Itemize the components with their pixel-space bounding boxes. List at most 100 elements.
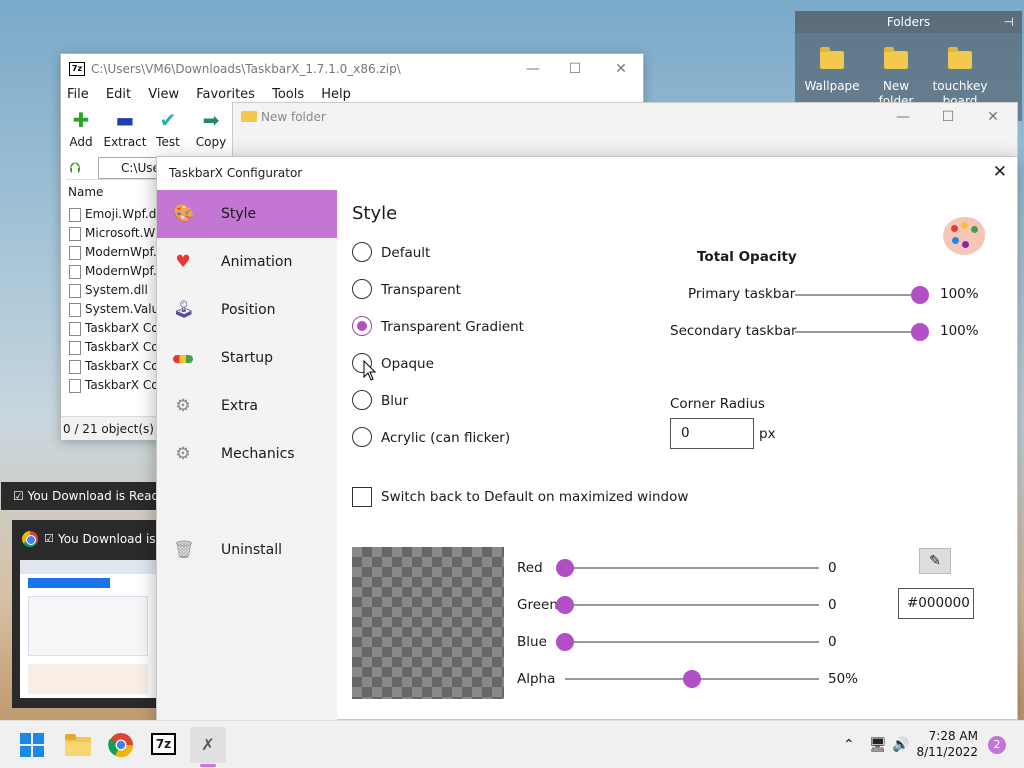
hex-color-input[interactable]: #000000 [898,588,974,619]
alpha-slider[interactable] [565,670,819,688]
folder-icon [948,47,972,69]
file-row[interactable]: Microsoft.Wir [69,224,161,243]
minimize-icon[interactable]: — [883,103,923,131]
file-row[interactable]: ModernWpf.d [69,262,161,281]
color-preview-swatch [352,547,504,699]
section-title: Style [352,203,398,224]
eyedropper-icon: ✎ [929,553,941,569]
volume-icon[interactable]: 🔊 [892,721,909,768]
sidebar-item-startup[interactable]: Startup [157,334,337,382]
file-row[interactable]: Emoji.Wpf.dll [69,205,161,224]
traffic-light-icon [173,348,193,368]
name-column-header[interactable]: Name [68,185,103,199]
active-app-indicator [200,764,216,767]
file-explorer-icon[interactable] [64,731,92,759]
blue-slider[interactable] [556,633,819,651]
style-radio-acrylic[interactable]: Acrylic (can flicker) [352,427,510,449]
add-icon: ✚ [72,108,90,132]
mouse-cursor-icon [363,360,377,381]
style-radio-transparent[interactable]: Transparent [352,279,461,301]
pin-icon[interactable]: ⊣ [1004,11,1014,33]
style-radio-blur[interactable]: Blur [352,390,408,412]
maximized-default-checkbox[interactable]: Switch back to Default on maximized wind… [352,487,688,507]
slider-thumb[interactable] [556,633,574,651]
heart-icon: ♥ [175,252,191,272]
system-clock[interactable]: 7:28 AM 8/11/2022 [916,728,978,760]
red-slider[interactable] [556,559,819,577]
minimize-icon[interactable]: — [513,54,553,84]
corner-radius-label: Corner Radius [670,396,765,412]
add-button[interactable]: ✚ Add [59,109,103,149]
secondary-opacity-slider[interactable] [795,323,929,341]
slider-thumb[interactable] [911,323,929,341]
7zip-logo-icon: 7z [69,62,85,76]
menu-edit[interactable]: Edit [106,87,131,102]
checkbox-icon: ☑ [44,532,54,545]
close-icon[interactable]: ✕ [973,103,1013,131]
file-row[interactable]: TaskbarX Con [69,338,161,357]
green-value: 0 [828,597,837,613]
chrome-thumbnail-preview[interactable]: ☑ You Download is I [12,520,162,708]
maximize-icon[interactable]: ☐ [555,54,595,84]
green-label: Green [517,597,558,613]
slider-thumb[interactable] [911,286,929,304]
chrome-thumbnail-image [20,560,156,698]
chrome-icon[interactable] [107,731,135,759]
primary-opacity-slider[interactable] [795,286,929,304]
folder-icon [884,47,908,69]
sidebar-item-uninstall[interactable]: 🗑 Uninstall [157,526,337,574]
maximize-icon[interactable]: ☐ [928,103,968,131]
up-folder-icon[interactable]: ⮉ [69,159,80,177]
notification-badge[interactable]: 2 [988,736,1006,754]
chrome-thumbnail-title: ☑ You Download is I [12,520,162,558]
total-opacity-heading: Total Opacity [697,249,797,265]
menu-file[interactable]: File [67,87,89,102]
sidebar-item-animation[interactable]: ♥ Animation [157,238,337,286]
slider-thumb[interactable] [683,670,701,688]
close-button[interactable]: ✕ [993,162,1007,182]
extract-button[interactable]: ▬ Extract [103,109,147,149]
start-icon[interactable] [20,733,44,757]
test-button[interactable]: ✔ Test [146,109,190,149]
sidebar-item-extra[interactable]: ⚙ Extra [157,382,337,430]
gear-icon: ⚙ [175,396,191,416]
menu-view[interactable]: View [148,87,179,102]
7zip-status-bar: 0 / 21 object(s) sel [61,416,161,440]
slider-thumb[interactable] [556,596,574,614]
7zip-icon[interactable]: 7z [151,733,176,755]
menu-favorites[interactable]: Favorites [196,87,255,102]
sidebar-item-position[interactable]: 🕹 Position [157,286,337,334]
file-row[interactable]: TaskbarX Con [69,376,161,395]
file-row[interactable]: System.ValueT [69,300,161,319]
sidebar-item-style[interactable]: 🎨 Style [157,190,337,238]
palette-icon: 🎨 [173,204,195,224]
clock-time: 7:28 AM [928,729,978,743]
chrome-icon [22,531,38,547]
sidebar-item-mechanics[interactable]: ⚙ Mechanics [157,430,337,478]
window-title: TaskbarX Configurator [169,166,303,180]
eyedropper-button[interactable]: ✎ [919,548,951,574]
alpha-value: 50% [828,671,859,687]
corner-radius-input[interactable]: 0 [670,418,754,449]
mechanics-icon: ⚙ [175,444,191,464]
menu-help[interactable]: Help [321,87,351,102]
close-icon[interactable]: ✕ [601,54,641,84]
style-radio-transparent-gradient[interactable]: Transparent Gradient [352,316,524,338]
copy-button[interactable]: ➡ Copy [189,109,233,149]
slider-thumb[interactable] [556,559,574,577]
blue-value: 0 [828,634,837,650]
network-icon[interactable]: 🖥 [869,721,887,768]
file-row[interactable]: ModernWpf.C [69,243,161,262]
green-slider[interactable] [556,596,819,614]
style-radio-default[interactable]: Default [352,242,430,264]
folders-widget-title: Folders [886,15,931,29]
copy-icon: ➡ [202,108,220,132]
secondary-taskbar-label: Secondary taskbar [670,323,797,339]
file-row[interactable]: TaskbarX Con [69,357,161,376]
file-row[interactable]: System.dll [69,281,161,300]
primary-opacity-value: 100% [940,286,979,302]
file-row[interactable]: TaskbarX Con [69,319,161,338]
chevron-up-icon[interactable]: ⌃ [843,721,855,768]
menu-tools[interactable]: Tools [272,87,304,102]
taskbarx-icon[interactable]: ✗ [190,727,226,763]
